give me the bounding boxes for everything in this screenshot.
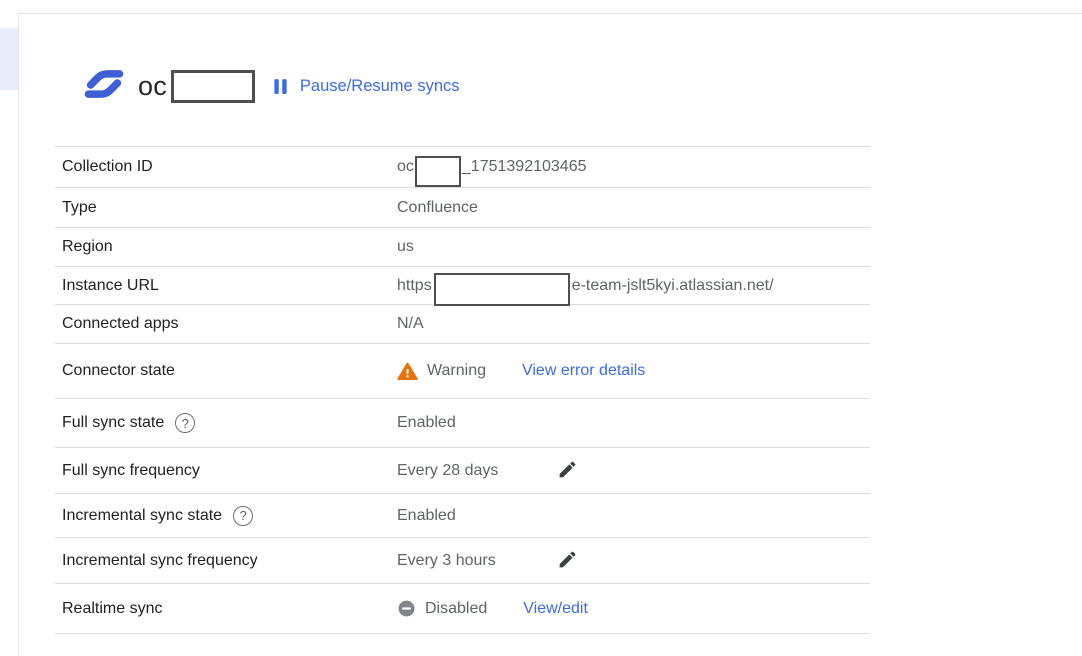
row-label: Instance URL (55, 277, 397, 295)
connector-state-value: Warning View error details (397, 361, 870, 382)
table-row-connector-state: Connector state Warning View error detai… (55, 344, 870, 399)
status-text: Disabled (425, 600, 487, 618)
row-label: Region (55, 238, 397, 256)
table-row-incremental-sync-frequency: Incremental sync frequency Every 3 hours (55, 538, 870, 584)
confluence-logo-icon (84, 66, 124, 107)
type-value: Confluence (397, 199, 870, 217)
incremental-sync-frequency-value: Every 3 hours (397, 549, 870, 573)
row-label-text: Full sync state (62, 414, 164, 432)
value-prefix: https (397, 277, 432, 295)
redaction-box (171, 70, 255, 103)
view-edit-link[interactable]: View/edit (523, 600, 588, 618)
table-row-realtime-sync: Realtime sync Disabled View/edit (55, 584, 870, 634)
table-row-full-sync-frequency: Full sync frequency Every 28 days (55, 448, 870, 494)
row-label-text: Incremental sync state (62, 507, 222, 525)
table-row-full-sync-state: Full sync state ? Enabled (55, 399, 870, 448)
collection-id-value: oc _1751392103465 (397, 152, 870, 183)
redaction-box (434, 273, 570, 306)
value-suffix: _1751392103465 (462, 158, 587, 176)
row-label: Connector state (55, 362, 397, 380)
full-sync-frequency-value: Every 28 days (397, 459, 870, 483)
disabled-icon (397, 599, 416, 618)
sidebar-item-sliver (0, 28, 18, 90)
table-row-collection-id: Collection ID oc _1751392103465 (55, 147, 870, 188)
help-icon[interactable]: ? (175, 413, 195, 433)
realtime-sync-value: Disabled View/edit (397, 599, 870, 618)
value-suffix: e-team-jslt5kyi.atlassian.net/ (572, 277, 774, 295)
row-label: Incremental sync state ? (55, 506, 397, 526)
status-text: Warning (427, 362, 486, 380)
redaction-box (415, 156, 461, 187)
pause-icon (270, 76, 291, 97)
frequency-text: Every 3 hours (397, 552, 557, 570)
value-prefix: oc (397, 158, 414, 176)
frequency-text: Every 28 days (397, 462, 557, 480)
table-row-incremental-sync-state: Incremental sync state ? Enabled (55, 494, 870, 538)
top-divider (18, 13, 1082, 14)
left-panel-divider (18, 13, 19, 656)
full-sync-state-value: Enabled (397, 414, 870, 432)
row-label: Connected apps (55, 315, 397, 333)
table-row-connected-apps: Connected apps N/A (55, 305, 870, 344)
edit-pencil-icon (557, 549, 578, 573)
table-row-type: Type Confluence (55, 188, 870, 228)
row-label: Type (55, 199, 397, 217)
region-value: us (397, 238, 870, 256)
page-title: oc (138, 71, 167, 102)
row-label: Full sync state ? (55, 413, 397, 433)
row-label: Realtime sync (55, 600, 397, 618)
row-label: Full sync frequency (55, 462, 397, 480)
edit-incremental-sync-frequency-button[interactable] (557, 549, 578, 573)
incremental-sync-state-value: Enabled (397, 507, 870, 525)
pause-resume-syncs-button[interactable]: Pause/Resume syncs (268, 72, 462, 101)
row-label: Incremental sync frequency (55, 552, 397, 570)
details-table: Collection ID oc _1751392103465 Type Con… (55, 146, 870, 634)
collection-header: oc Pause/Resume syncs (84, 64, 462, 108)
edit-full-sync-frequency-button[interactable] (557, 459, 578, 483)
pause-resume-syncs-label: Pause/Resume syncs (300, 77, 460, 96)
row-label: Collection ID (55, 158, 397, 176)
instance-url-value: https e-team-jslt5kyi.atlassian.net/ (397, 269, 870, 302)
connected-apps-value: N/A (397, 315, 870, 333)
edit-pencil-icon (557, 459, 578, 483)
table-row-instance-url: Instance URL https e-team-jslt5kyi.atlas… (55, 267, 870, 305)
warning-icon (397, 361, 418, 382)
table-row-region: Region us (55, 228, 870, 267)
view-error-details-link[interactable]: View error details (522, 362, 645, 380)
help-icon[interactable]: ? (233, 506, 253, 526)
